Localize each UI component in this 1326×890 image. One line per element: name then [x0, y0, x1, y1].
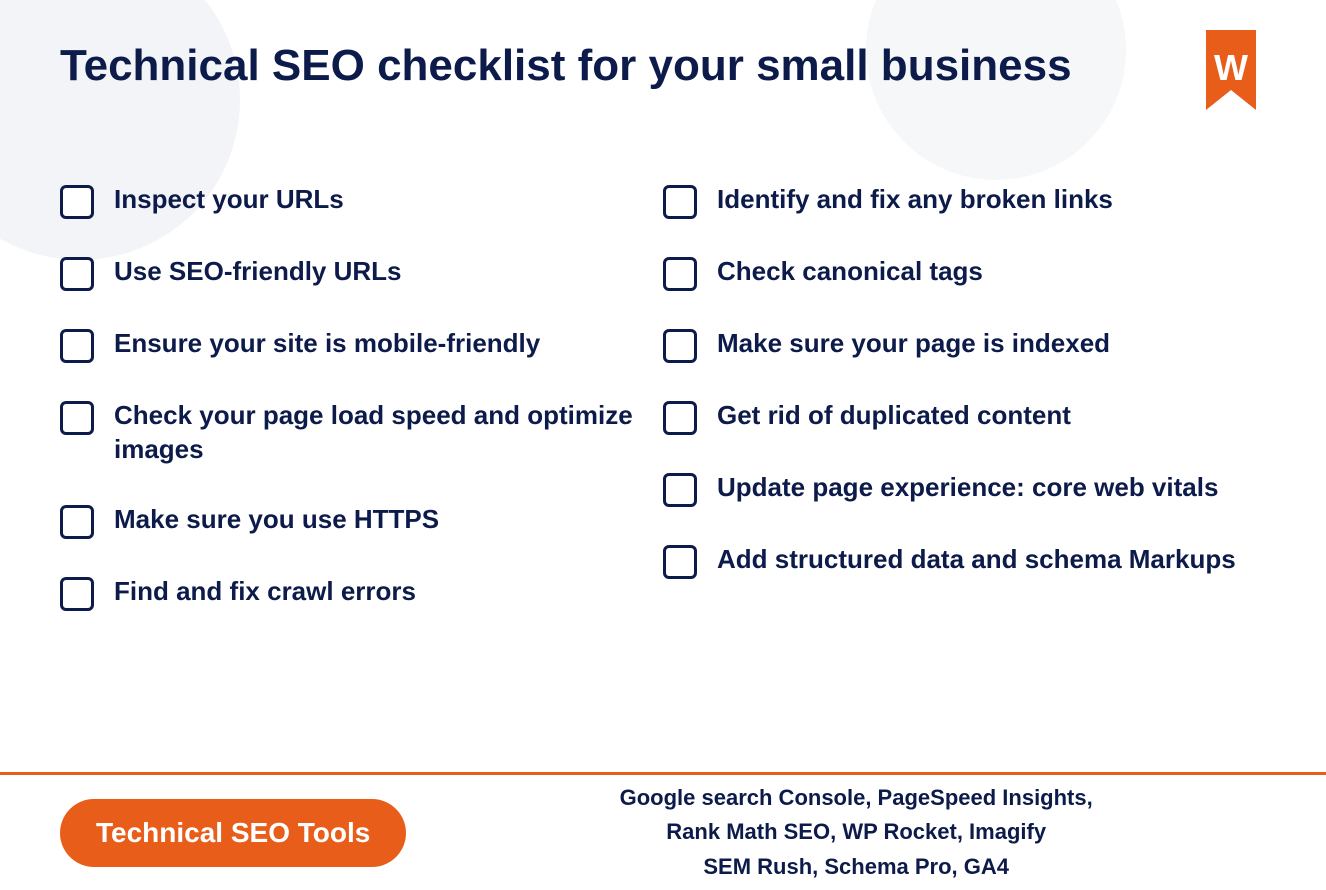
- item-label-9: Make sure your page is indexed: [717, 327, 1110, 361]
- item-label-2: Use SEO-friendly URLs: [114, 255, 402, 289]
- footer-tools-text: Google search Console, PageSpeed Insight…: [446, 781, 1266, 883]
- footer: Technical SEO Tools Google search Consol…: [0, 772, 1326, 890]
- logo-icon: W: [1196, 30, 1266, 125]
- checkbox-3[interactable]: [60, 329, 94, 363]
- item-label-8: Check canonical tags: [717, 255, 983, 289]
- footer-tools-line1: Google search Console, PageSpeed Insight…: [620, 785, 1093, 810]
- item-label-12: Add structured data and schema Markups: [717, 543, 1236, 577]
- item-label-3: Ensure your site is mobile-friendly: [114, 327, 540, 361]
- footer-badge: Technical SEO Tools: [60, 799, 406, 867]
- item-label-7: Identify and fix any broken links: [717, 183, 1113, 217]
- list-item: Identify and fix any broken links: [663, 165, 1266, 237]
- footer-tools-line3: SEM Rush, Schema Pro, GA4: [703, 854, 1009, 879]
- list-item: Add structured data and schema Markups: [663, 525, 1266, 597]
- list-item: Inspect your URLs: [60, 165, 663, 237]
- checkbox-7[interactable]: [663, 185, 697, 219]
- checkbox-11[interactable]: [663, 473, 697, 507]
- checkbox-4[interactable]: [60, 401, 94, 435]
- checkbox-12[interactable]: [663, 545, 697, 579]
- svg-text:W: W: [1214, 47, 1248, 88]
- footer-tools-line2: Rank Math SEO, WP Rocket, Imagify: [666, 819, 1046, 844]
- footer-tools: Google search Console, PageSpeed Insight…: [446, 781, 1266, 883]
- item-label-11: Update page experience: core web vitals: [717, 471, 1218, 505]
- checkbox-9[interactable]: [663, 329, 697, 363]
- list-item: Check your page load speed and optimize …: [60, 381, 663, 485]
- footer-badge-label: Technical SEO Tools: [96, 817, 370, 848]
- item-label-5: Make sure you use HTTPS: [114, 503, 439, 537]
- page-title: Technical SEO checklist for your small b…: [60, 40, 1072, 93]
- list-item: Make sure you use HTTPS: [60, 485, 663, 557]
- checkbox-1[interactable]: [60, 185, 94, 219]
- checkbox-8[interactable]: [663, 257, 697, 291]
- list-item: Update page experience: core web vitals: [663, 453, 1266, 525]
- item-label-4: Check your page load speed and optimize …: [114, 399, 643, 467]
- header-area: Technical SEO checklist for your small b…: [60, 40, 1266, 125]
- item-label-6: Find and fix crawl errors: [114, 575, 416, 609]
- checkbox-5[interactable]: [60, 505, 94, 539]
- list-item: Check canonical tags: [663, 237, 1266, 309]
- checkbox-6[interactable]: [60, 577, 94, 611]
- checklist-right-column: Identify and fix any broken links Check …: [663, 165, 1266, 629]
- list-item: Make sure your page is indexed: [663, 309, 1266, 381]
- list-item: Use SEO-friendly URLs: [60, 237, 663, 309]
- checkbox-10[interactable]: [663, 401, 697, 435]
- checklist-grid: Inspect your URLs Use SEO-friendly URLs …: [60, 165, 1266, 629]
- list-item: Get rid of duplicated content: [663, 381, 1266, 453]
- item-label-10: Get rid of duplicated content: [717, 399, 1071, 433]
- checkbox-2[interactable]: [60, 257, 94, 291]
- item-label-1: Inspect your URLs: [114, 183, 344, 217]
- list-item: Find and fix crawl errors: [60, 557, 663, 629]
- list-item: Ensure your site is mobile-friendly: [60, 309, 663, 381]
- checklist-left-column: Inspect your URLs Use SEO-friendly URLs …: [60, 165, 663, 629]
- w-logo-svg: W: [1196, 30, 1266, 120]
- content-wrapper: Technical SEO checklist for your small b…: [0, 0, 1326, 629]
